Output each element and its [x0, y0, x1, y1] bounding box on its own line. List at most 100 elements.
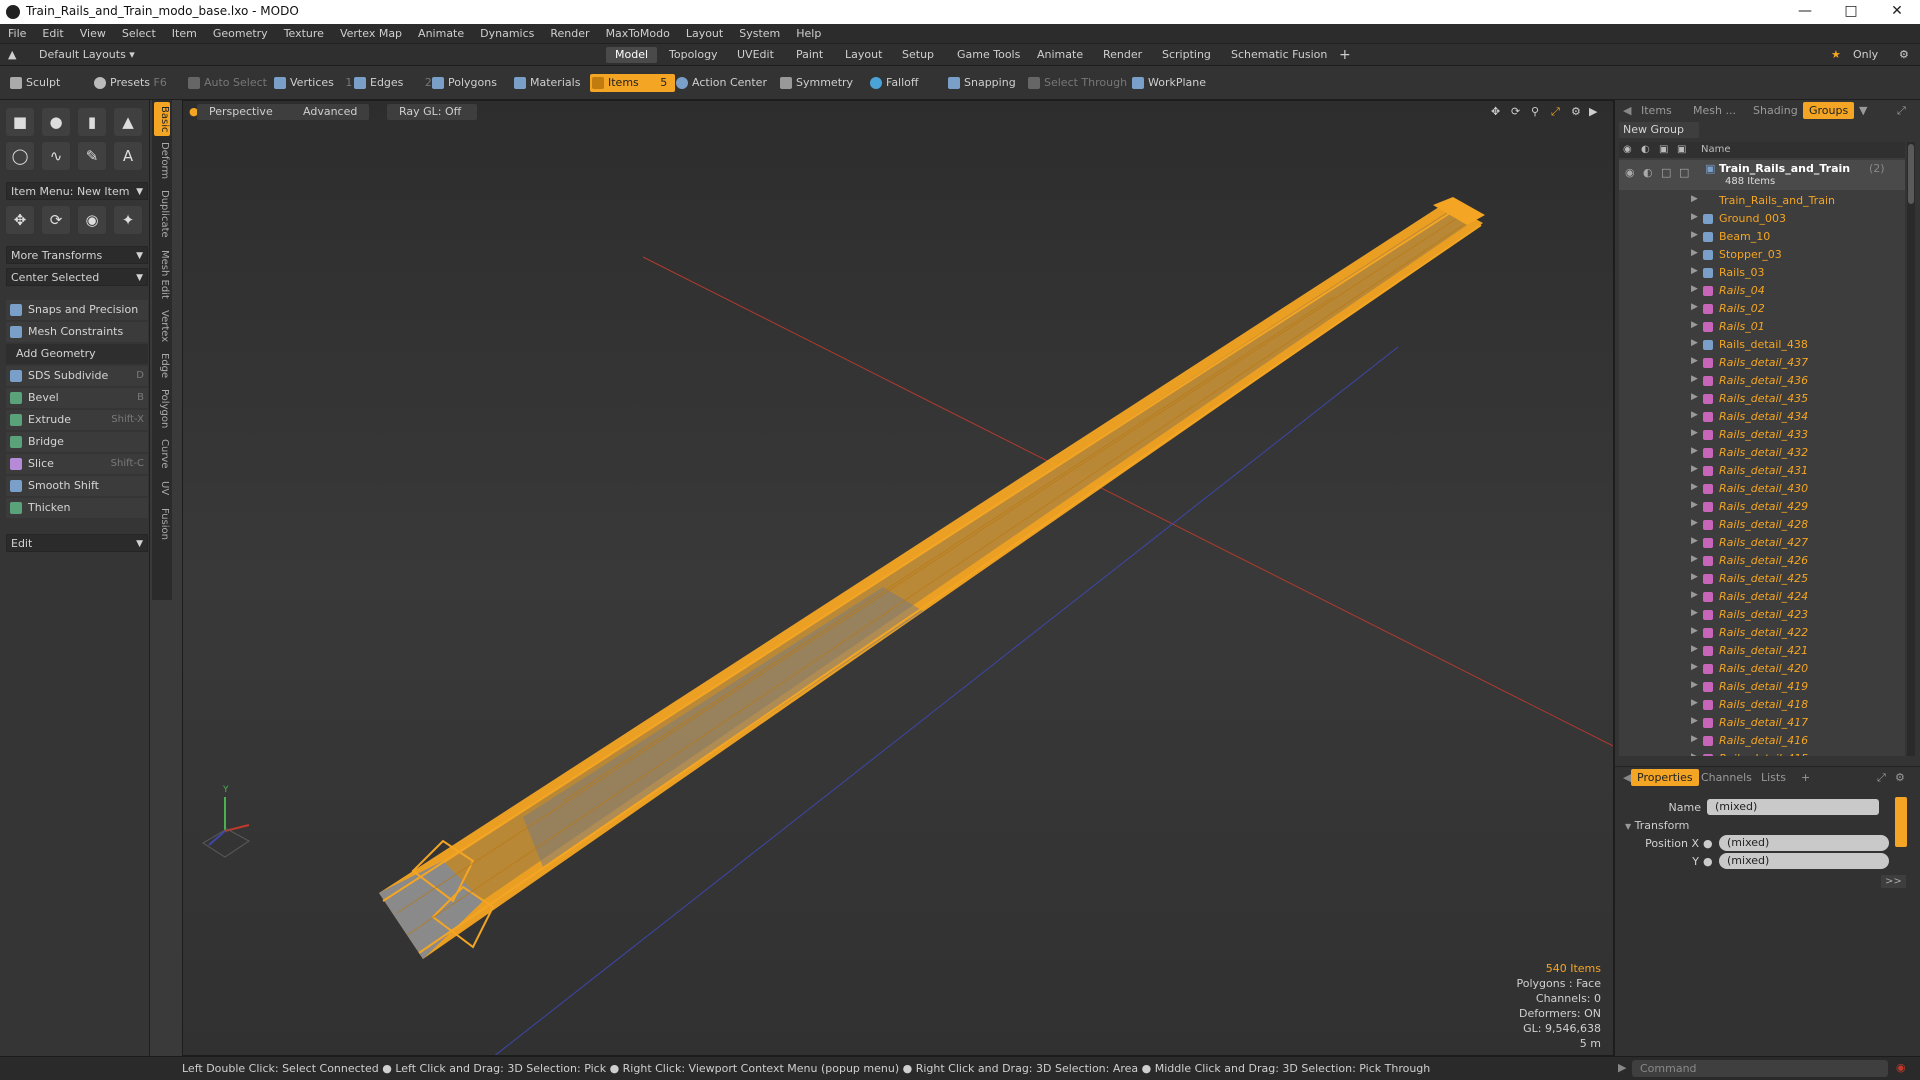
tree-row[interactable]: ▶ Rails_01 [1619, 318, 1905, 336]
expand-arrow-icon[interactable]: ▶ [1691, 230, 1698, 240]
tree-row[interactable]: ▶ Stopper_03 [1619, 246, 1905, 264]
more-button[interactable]: >> [1881, 875, 1906, 888]
expand-arrow-icon[interactable]: ▶ [1691, 500, 1698, 510]
menu-render[interactable]: Render [542, 24, 597, 44]
tree-row[interactable]: ▶ Rails_detail_428 [1619, 516, 1905, 534]
vtab-polygon[interactable]: Polygon [154, 386, 170, 432]
expand-arrow-icon[interactable]: ▶ [1691, 410, 1698, 420]
close-icon[interactable]: ✕ [1874, 0, 1920, 24]
position-x-field[interactable]: (mixed) [1719, 835, 1889, 851]
vtab-basic[interactable]: Basic [154, 102, 170, 136]
layout-preset-dropdown[interactable]: Default Layouts ▾ [30, 47, 144, 63]
expand-panel-icon[interactable]: ⤢ [1891, 102, 1912, 119]
tab-layout[interactable]: Layout [836, 47, 891, 63]
tree-row[interactable]: ▶ Rails_detail_433 [1619, 426, 1905, 444]
tree-row[interactable]: ▶ Rails_detail_415 [1619, 750, 1905, 756]
expand-arrow-icon[interactable]: ▶ [1691, 212, 1698, 222]
expand-arrow-icon[interactable]: ▶ [1691, 752, 1698, 756]
tabs-dropdown-icon[interactable]: ▼ [1853, 102, 1873, 119]
rotate-icon[interactable]: ⟳ [42, 206, 70, 234]
menu-layout[interactable]: Layout [678, 24, 731, 44]
tree-row[interactable]: ▶ Rails_detail_417 [1619, 714, 1905, 732]
select-through-button[interactable]: Select Through [1026, 74, 1127, 92]
menu-texture[interactable]: Texture [276, 24, 332, 44]
vtab-deform[interactable]: Deform [154, 140, 170, 182]
menu-vertex-map[interactable]: Vertex Map [332, 24, 410, 44]
tab-groups[interactable]: Groups [1803, 102, 1855, 119]
vtab-edge[interactable]: Edge [154, 350, 170, 382]
expand-arrow-icon[interactable]: ▶ [1691, 446, 1698, 456]
expand-arrow-icon[interactable]: ▶ [1691, 608, 1698, 618]
add-geometry-header[interactable]: Add Geometry [6, 344, 148, 364]
tree-row[interactable]: ▶ Ground_003 [1619, 210, 1905, 228]
tab-items[interactable]: Items [1635, 102, 1678, 119]
expand-arrow-icon[interactable]: ▶ [1691, 734, 1698, 744]
vertices-button[interactable]: Vertices 1 [272, 74, 352, 92]
tab-mesh[interactable]: Mesh ... [1687, 102, 1742, 119]
tab-setup[interactable]: Setup [893, 47, 943, 63]
tab-game-tools[interactable]: Game Tools [948, 47, 1029, 63]
expand-arrow-icon[interactable]: ▶ [1691, 482, 1698, 492]
tree-row[interactable]: ▶ Rails_detail_429 [1619, 498, 1905, 516]
tree-row[interactable]: ▶ Rails_detail_432 [1619, 444, 1905, 462]
tree-row[interactable]: ▶ Rails_detail_436 [1619, 372, 1905, 390]
expand-arrow-icon[interactable]: ▶ [1691, 626, 1698, 636]
tab-animate[interactable]: Animate [1028, 47, 1092, 63]
scrollbar-thumb[interactable] [1908, 144, 1914, 204]
menu-view[interactable]: View [72, 24, 114, 44]
expand-arrow-icon[interactable]: ▶ [1691, 248, 1698, 258]
tree-row[interactable]: ▶ Rails_03 [1619, 264, 1905, 282]
expand-arrow-icon[interactable]: ▶ [1691, 680, 1698, 690]
tree-row[interactable]: ▶ Rails_detail_435 [1619, 390, 1905, 408]
bridge-button[interactable]: Bridge [6, 432, 148, 452]
symmetry-button[interactable]: Symmetry [778, 74, 853, 92]
menu-dynamics[interactable]: Dynamics [472, 24, 542, 44]
expand-arrow-icon[interactable]: ▶ [1691, 662, 1698, 672]
center-selected-dropdown[interactable]: Center Selected ▼ [6, 268, 148, 286]
command-input[interactable]: Command [1632, 1060, 1888, 1077]
menu-geometry[interactable]: Geometry [205, 24, 276, 44]
transform-section[interactable]: ▼ Transform [1625, 819, 1689, 832]
tab-lists[interactable]: Lists [1755, 769, 1792, 786]
extrude-button[interactable]: Extrude Shift-X [6, 410, 148, 430]
tree-row[interactable]: ▶ Rails_detail_426 [1619, 552, 1905, 570]
tree-row[interactable]: ▶ Rails_detail_434 [1619, 408, 1905, 426]
tab-channels[interactable]: Channels [1695, 769, 1758, 786]
snaps-precision-button[interactable]: Snaps and Precision [6, 300, 148, 320]
tab-uvedit[interactable]: UVEdit [728, 47, 783, 63]
expand-arrow-icon[interactable]: ▶ [1691, 284, 1698, 294]
tree-row[interactable]: ▶ Rails_detail_420 [1619, 660, 1905, 678]
expand-arrow-icon[interactable]: ▶ [1691, 374, 1698, 384]
tab-shading[interactable]: Shading [1747, 102, 1804, 119]
expand-arrow-icon[interactable]: ▶ [1691, 194, 1698, 204]
menu-file[interactable]: File [0, 24, 34, 44]
pen-icon[interactable]: ✎ [78, 142, 106, 170]
snapping-button[interactable]: Snapping [946, 74, 1016, 92]
vtab-curve[interactable]: Curve [154, 436, 170, 472]
keyframe-icon[interactable]: ● [1703, 855, 1713, 868]
lock-icon[interactable]: □ [1661, 166, 1671, 179]
select-icon[interactable]: ▣ [1677, 144, 1686, 155]
smooth-shift-button[interactable]: Smooth Shift [6, 476, 148, 496]
vtab-mesh-edit[interactable]: Mesh Edit [154, 246, 170, 302]
minimize-icon[interactable]: — [1782, 0, 1828, 24]
item-menu-dropdown[interactable]: Item Menu: New Item ▼ [6, 182, 148, 200]
tab-topology[interactable]: Topology [660, 47, 727, 63]
expand-arrow-icon[interactable]: ▶ [1691, 338, 1698, 348]
gear-icon[interactable]: ⚙ [1890, 47, 1918, 63]
menu-help[interactable]: Help [788, 24, 829, 44]
tree-row[interactable]: ▶ Rails_detail_419 [1619, 678, 1905, 696]
select-icon[interactable]: □ [1679, 166, 1689, 179]
expand-arrow-icon[interactable]: ▶ [1691, 518, 1698, 528]
props-scroll-thumb[interactable] [1895, 797, 1907, 847]
tree-row[interactable]: ▶ Rails_detail_418 [1619, 696, 1905, 714]
more-transforms-dropdown[interactable]: More Transforms ▼ [6, 246, 148, 264]
new-group-button[interactable]: New Group [1619, 122, 1699, 138]
tab-render[interactable]: Render [1094, 47, 1151, 63]
tab-scripting[interactable]: Scripting [1153, 47, 1220, 63]
scale-icon[interactable]: ◉ [78, 206, 106, 234]
expand-arrow-icon[interactable]: ▶ [1691, 536, 1698, 546]
tree-row[interactable]: ▶ Train_Rails_and_Train [1619, 192, 1905, 210]
expand-arrow-icon[interactable]: ▶ [1691, 644, 1698, 654]
bevel-button[interactable]: Bevel B [6, 388, 148, 408]
